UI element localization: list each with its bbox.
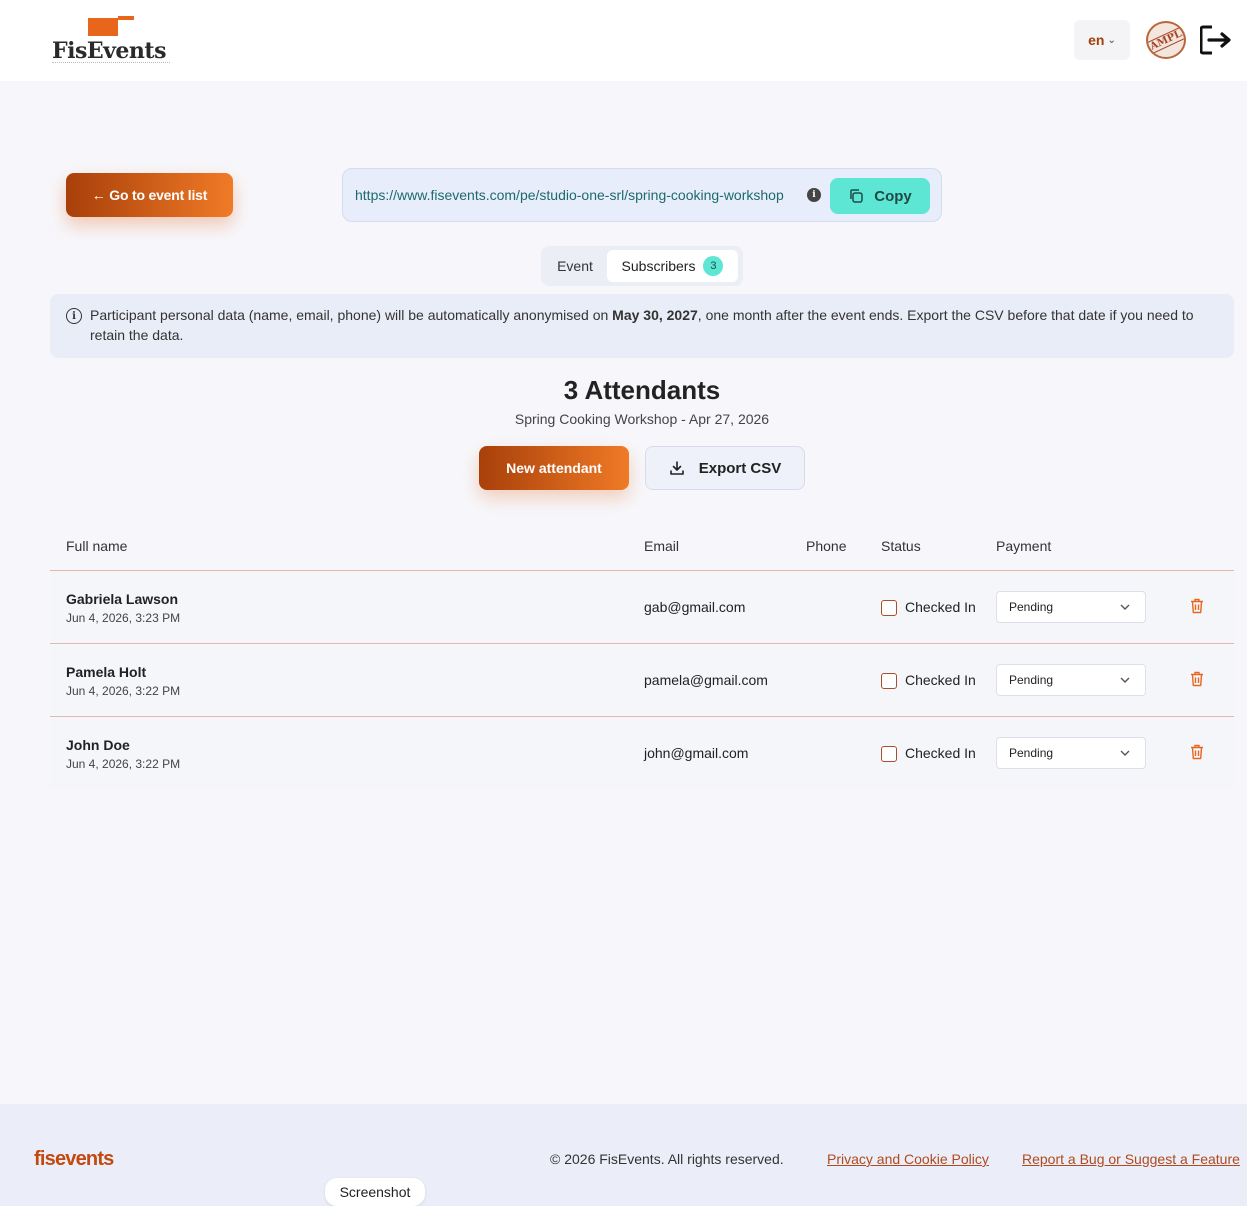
column-header-full-name[interactable]: Full name — [66, 538, 127, 554]
event-url-box: https://www.fisevents.com/pe/studio-one-… — [342, 168, 942, 222]
logo-text: FisEvents — [52, 38, 166, 64]
new-attendant-button[interactable]: New attendant — [479, 446, 629, 490]
notice-text: Participant personal data (name, email, … — [90, 305, 1220, 345]
attendant-name[interactable]: Gabriela Lawson — [66, 591, 178, 607]
copy-icon — [850, 189, 863, 203]
column-header-email[interactable]: Email — [644, 538, 679, 554]
screenshot-button[interactable]: Screenshot — [325, 1178, 425, 1206]
checked-in-label: Checked In — [905, 745, 976, 761]
notice-text-before: Participant personal data (name, email, … — [90, 307, 613, 323]
payment-select[interactable]: Pending — [996, 664, 1146, 696]
column-header-payment[interactable]: Payment — [996, 538, 1051, 554]
table-row: Gabriela Lawson Jun 4, 2026, 3:23 PM gab… — [50, 571, 1234, 643]
payment-select[interactable]: Pending — [996, 737, 1146, 769]
avatar[interactable]: SAMPLE — [1146, 21, 1186, 59]
notice-date: May 30, 2027 — [612, 307, 698, 323]
table-row: Pamela Holt Jun 4, 2026, 3:22 PM pamela@… — [50, 644, 1234, 716]
attendant-name[interactable]: Pamela Holt — [66, 664, 146, 680]
attendant-date: Jun 4, 2026, 3:22 PM — [66, 684, 181, 698]
footer-logo[interactable]: fisevents — [34, 1148, 114, 1171]
attendants-subtitle: Spring Cooking Workshop - Apr 27, 2026 — [514, 411, 770, 427]
event-url-text[interactable]: https://www.fisevents.com/pe/studio-one-… — [355, 187, 801, 203]
checked-in-label: Checked In — [905, 599, 976, 615]
tab-subscribers-label: Subscribers — [621, 258, 696, 274]
go-to-event-list-button[interactable]: ← Go to event list — [66, 173, 233, 217]
attendant-email: pamela@gmail.com — [644, 672, 768, 688]
payment-value: Pending — [1009, 746, 1054, 760]
export-csv-label: Export CSV — [698, 459, 782, 477]
anonymisation-notice: i Participant personal data (name, email… — [50, 294, 1234, 358]
attendant-email: john@gmail.com — [644, 745, 749, 761]
logout-icon[interactable] — [1200, 25, 1232, 55]
tab-bar: Event Subscribers 3 — [541, 246, 743, 286]
checked-in-checkbox[interactable] — [881, 673, 897, 689]
footer-copyright: © 2026 FisEvents. All rights reserved. — [550, 1151, 784, 1167]
privacy-policy-link[interactable]: Privacy and Cookie Policy — [827, 1151, 989, 1167]
payment-value: Pending — [1009, 600, 1054, 614]
download-icon — [669, 461, 684, 475]
tab-subscribers[interactable]: Subscribers 3 — [607, 250, 738, 282]
logo-underline — [52, 62, 170, 63]
trash-icon[interactable] — [1190, 671, 1204, 687]
payment-select[interactable]: Pending — [996, 591, 1146, 623]
top-header: FisEvents en ⌄ SAMPLE — [0, 0, 1247, 81]
chevron-down-icon — [1120, 750, 1130, 756]
attendant-name[interactable]: John Doe — [66, 737, 130, 753]
report-bug-link[interactable]: Report a Bug or Suggest a Feature — [1022, 1151, 1240, 1167]
info-icon: i — [66, 308, 82, 324]
checked-in-checkbox[interactable] — [881, 600, 897, 616]
export-csv-button[interactable]: Export CSV — [645, 446, 805, 490]
footer: fisevents © 2026 FisEvents. All rights r… — [0, 1104, 1247, 1206]
checked-in-label: Checked In — [905, 672, 976, 688]
copy-button[interactable]: Copy — [830, 178, 930, 214]
fisevents-logo[interactable]: FisEvents — [52, 14, 172, 66]
payment-value: Pending — [1009, 673, 1054, 687]
trash-icon[interactable] — [1190, 744, 1204, 760]
language-select[interactable]: en ⌄ — [1074, 20, 1130, 60]
column-header-phone[interactable]: Phone — [806, 538, 846, 554]
trash-icon[interactable] — [1190, 598, 1204, 614]
subscribers-count-badge: 3 — [703, 256, 724, 276]
chevron-down-icon — [1120, 677, 1130, 683]
chevron-down-icon: ⌄ — [1107, 34, 1116, 46]
checked-in-checkbox[interactable] — [881, 746, 897, 762]
language-value: en — [1088, 32, 1105, 48]
tab-event[interactable]: Event — [549, 250, 601, 282]
logo-mark — [88, 18, 118, 36]
info-icon[interactable]: i — [807, 188, 821, 202]
attendant-date: Jun 4, 2026, 3:22 PM — [66, 757, 181, 771]
avatar-stamp: SAMPLE — [1148, 23, 1184, 57]
chevron-down-icon — [1120, 604, 1130, 610]
attendant-email: gab@gmail.com — [644, 599, 746, 615]
attendant-date: Jun 4, 2026, 3:23 PM — [66, 611, 181, 625]
column-header-status[interactable]: Status — [881, 538, 921, 554]
copy-label: Copy — [874, 187, 912, 205]
table-row: John Doe Jun 4, 2026, 3:22 PM john@gmail… — [50, 717, 1234, 789]
attendants-title: 3 Attendants — [563, 375, 721, 405]
logo-mark-bar — [118, 16, 134, 20]
